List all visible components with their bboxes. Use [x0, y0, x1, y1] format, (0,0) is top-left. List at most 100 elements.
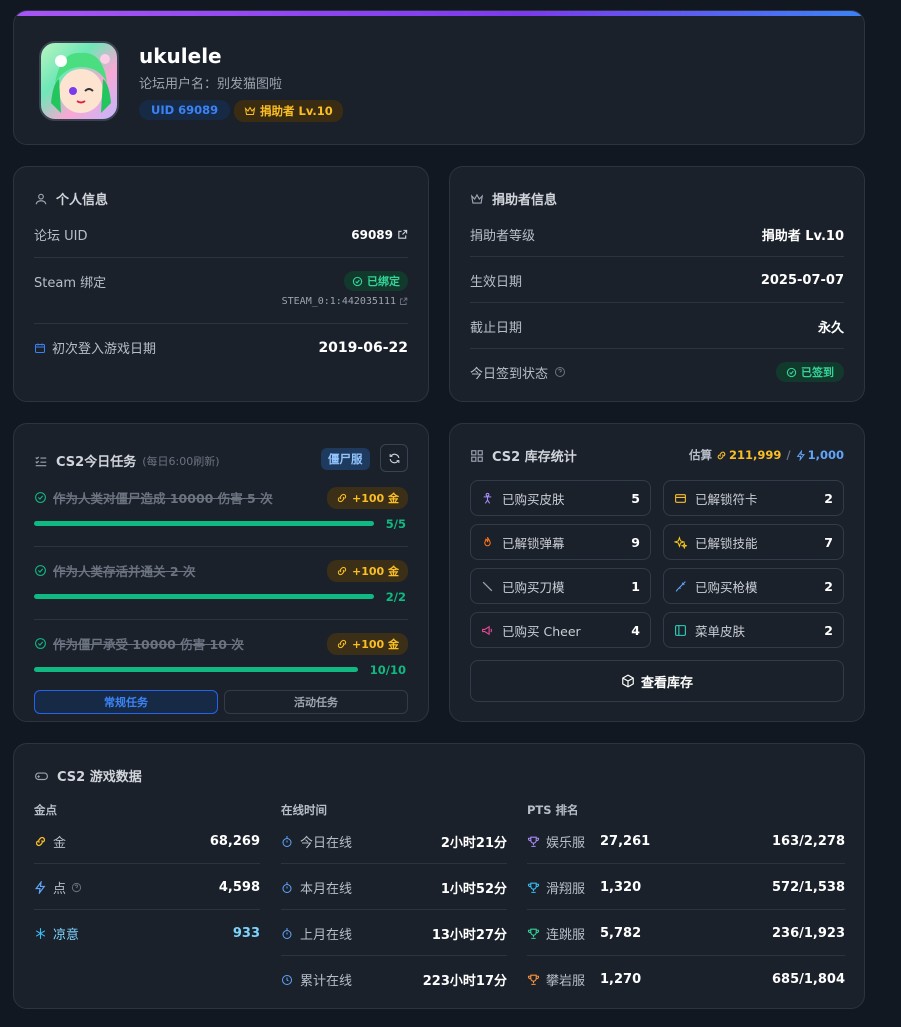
user-icon [35, 193, 47, 204]
crown-icon [244, 106, 256, 115]
pts-rank: 163/2,278 [771, 834, 845, 849]
task-reward-text: +100 金 [351, 492, 399, 505]
first-login-row: 初次登入游戏日期 2019-06-22 [34, 338, 408, 357]
pts-rank: 236/1,923 [771, 926, 845, 941]
grid-icon [471, 449, 483, 462]
pts-header: PTS 排名 [527, 803, 579, 817]
checkin-label-wrap: 今日签到状态 [470, 363, 566, 382]
view-inventory-button[interactable]: 查看库存 [470, 660, 844, 702]
task-item: 作为僵尸承受 10000 伤害 10 次 [34, 634, 244, 653]
divider [470, 256, 844, 257]
steam-status-badge: 已绑定 [344, 271, 408, 291]
help-icon[interactable] [554, 366, 566, 378]
steam-label: Steam 绑定 [34, 275, 107, 291]
inventory-menu-skins[interactable]: 菜单皮肤 2 [663, 612, 844, 648]
forum-uid-row: 论坛 UID 69089 [34, 225, 408, 244]
gun-icon [675, 580, 686, 592]
personal-info-header: 个人信息 [34, 189, 108, 208]
donor-level-row: 捐助者等级 捐助者 Lv.10 [470, 225, 844, 244]
profile-accent-bar [14, 11, 864, 16]
box-icon [622, 674, 634, 688]
online-month: 本月在线 1小时52分 [281, 878, 507, 897]
steam-id: STEAM_0:1:442035111 [281, 296, 396, 307]
inventory-header: CS2 库存统计 [470, 446, 577, 465]
tab-event-tasks[interactable]: 活动任务 [224, 690, 408, 714]
inventory-guns[interactable]: 已购买枪模 2 [663, 568, 844, 604]
inventory-item-label: 已购买皮肤 [502, 491, 565, 507]
steam-id-link[interactable]: STEAM_0:1:442035111 [282, 296, 408, 307]
coin-link-icon [337, 639, 347, 649]
inventory-item-count: 4 [631, 622, 640, 638]
stopwatch-icon [282, 928, 292, 939]
help-icon[interactable] [71, 882, 82, 893]
task-progress-bar [34, 521, 374, 526]
refresh-icon [389, 453, 399, 463]
inventory-card: CS2 库存统计 估算 211,999 / 1,000 已购买皮肤 5 已解锁符… [449, 423, 865, 722]
personal-info-card: 个人信息 论坛 UID 69089 Steam 绑定 已绑定 STEAM_0:1… [13, 166, 429, 402]
task-progress-text: 2/2 [385, 590, 406, 604]
online-value: 2小时21分 [440, 836, 507, 851]
estimate-points: 1,000 [807, 448, 844, 462]
task-title-wrap: 作为僵尸承受 10000 伤害 10 次 [34, 634, 244, 653]
inventory-item-label: 已解锁符卡 [695, 491, 758, 507]
online-label: 累计在线 [300, 974, 353, 989]
forum-uid-link[interactable]: 69089 [351, 228, 408, 242]
profile-card: ukulele 论坛用户名：别发猫图啦 UID 69089 捐助者 Lv.10 [13, 10, 865, 145]
online-header: 在线时间 [281, 803, 327, 817]
flame-icon [484, 536, 491, 546]
tab-regular-tasks[interactable]: 常规任务 [34, 690, 218, 714]
task-reward: +100 金 [326, 487, 408, 509]
external-link-icon [400, 297, 408, 305]
external-link-icon [398, 229, 408, 239]
cool-stat: 凉意 933 [34, 924, 260, 943]
inventory-cheer[interactable]: 已购买 Cheer 4 [470, 612, 651, 648]
lightning-icon [796, 449, 805, 461]
task-progress-bar [34, 594, 374, 599]
inventory-skins[interactable]: 已购买皮肤 5 [470, 480, 651, 516]
refresh-button[interactable] [380, 444, 408, 472]
end-date-label: 截止日期 [470, 321, 523, 336]
server-tag[interactable]: 僵尸服 [321, 448, 370, 470]
online-total: 累计在线 223小时17分 [281, 970, 507, 989]
inventory-item-count: 7 [824, 534, 833, 550]
estimate-separator: / [786, 448, 791, 462]
megaphone-icon [482, 625, 493, 635]
task-reward-text: +100 金 [351, 565, 399, 578]
task-title: 作为僵尸承受 10000 伤害 10 次 [53, 637, 244, 652]
person-icon [483, 492, 492, 504]
crown-icon [470, 193, 484, 204]
steam-row: Steam 绑定 已绑定 [34, 271, 408, 291]
points-value: 4,598 [218, 880, 260, 895]
avatar[interactable] [39, 41, 119, 121]
inventory-item-label: 已购买刀模 [502, 579, 565, 595]
inventory-estimate: 估算 211,999 / 1,000 [689, 447, 844, 463]
inventory-title: CS2 库存统计 [492, 450, 577, 465]
inventory-knives[interactable]: 已购买刀模 1 [470, 568, 651, 604]
tasks-title: CS2今日任务 [56, 455, 137, 470]
donor-badge-label: 捐助者 Lv.10 [260, 104, 333, 118]
task-progress-text: 10/10 [369, 663, 406, 677]
task-item: 作为人类对僵尸造成 10000 伤害 5 次 [34, 488, 273, 507]
profile-name: ukulele [139, 44, 222, 68]
task-item: 作为人类存活并通关 2 次 [34, 561, 195, 580]
daily-tasks-card: CS2今日任务 (每日6:00刷新) 僵尸服 作为人类对僵尸造成 10000 伤… [13, 423, 429, 722]
cool-label: 凉意 [53, 928, 80, 943]
trophy-icon [527, 974, 540, 985]
trophy-icon [527, 928, 540, 939]
coin-link-icon [717, 451, 726, 459]
inventory-cards[interactable]: 已解锁符卡 2 [663, 480, 844, 516]
task-title-wrap: 作为人类对僵尸造成 10000 伤害 5 次 [34, 488, 273, 507]
trophy-icon [527, 882, 540, 893]
donor-info-title: 捐助者信息 [492, 193, 558, 208]
uid-badge: UID 69089 [139, 100, 231, 120]
inventory-skills[interactable]: 已解锁技能 7 [663, 524, 844, 560]
task-progress-text: 5/5 [385, 517, 406, 531]
sparkle-icon [674, 535, 687, 549]
task-reward: +100 金 [326, 633, 408, 655]
divider [281, 863, 507, 864]
gold-header: 金点 [34, 803, 57, 817]
inventory-barrage[interactable]: 已解锁弹幕 9 [470, 524, 651, 560]
game-data-card: CS2 游戏数据 金点 金 68,269 点 4,598 凉意 933 在线时间… [13, 743, 865, 1009]
online-value: 1小时52分 [440, 882, 507, 897]
pts-score: 1,270 [600, 972, 642, 987]
